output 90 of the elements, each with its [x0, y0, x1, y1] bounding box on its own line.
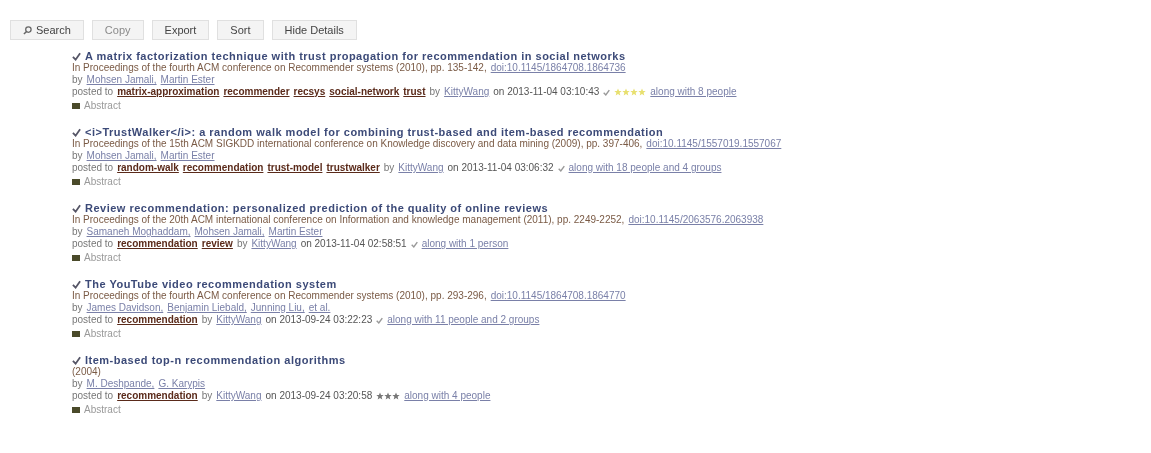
author-link[interactable]: James Davidson, [86, 302, 164, 314]
article-title[interactable]: The YouTube video recommendation system [85, 278, 337, 290]
along-with-link[interactable]: along with 1 person [421, 238, 509, 250]
by-label: by [201, 314, 213, 326]
author-link[interactable]: Mohsen Jamali, [86, 150, 157, 162]
author-link[interactable]: Benjamin Liebald, [167, 302, 247, 314]
tag-link[interactable]: trustwalker [326, 162, 380, 174]
doi-link[interactable]: doi:10.1145/1864708.1864770 [490, 290, 626, 302]
post-date: on 2013-11-04 03:06:32 [447, 162, 554, 174]
tag-link[interactable]: recommender [223, 86, 290, 98]
check-icon [72, 127, 81, 137]
article-title[interactable]: Item-based top-n recommendation algorithms [85, 354, 346, 366]
abstract-toggle[interactable]: Abstract [84, 176, 121, 188]
post-date: on 2013-09-24 03:22:23 [265, 314, 373, 326]
search-icon [23, 25, 32, 35]
abstract-icon [72, 331, 80, 337]
user-link[interactable]: KittyWang [444, 86, 490, 98]
doi-link[interactable]: doi:10.1145/2063576.2063938 [628, 214, 764, 226]
article-title[interactable]: Review recommendation: personalized prediction of the quality of online reviews [85, 202, 549, 214]
abstract-toggle[interactable]: Abstract [84, 404, 121, 416]
abstract-icon [72, 103, 80, 109]
by-label: by [72, 74, 83, 86]
abstract-toggle[interactable]: Abstract [84, 252, 121, 264]
toolbar-button[interactable]: Sort [217, 20, 264, 40]
along-with-link[interactable]: along with 4 people [404, 390, 491, 402]
by-label: by [236, 238, 248, 250]
user-link[interactable]: KittyWang [398, 162, 444, 174]
venue-text: In Proceedings of the 20th ACM international conference on Information and knowledge management (2011), pp. 2249-2252, [72, 214, 625, 226]
author-link[interactable]: Martin Ester [268, 226, 323, 238]
by-label: by [72, 150, 83, 162]
along-with-link[interactable]: along with 8 people [650, 86, 737, 98]
venue-text: In Proceedings of the fourth ACM conference on Recommender systems (2010), pp. 135-142, [72, 62, 487, 74]
tag-link[interactable]: social-network [329, 86, 400, 98]
toolbar-button[interactable]: Hide Details [271, 20, 357, 40]
check-icon [72, 279, 81, 289]
by-label: by [383, 162, 395, 174]
user-link[interactable]: KittyWang [216, 390, 262, 402]
tag-link[interactable]: random-walk [117, 162, 179, 174]
author-link[interactable]: Martin Ester [160, 74, 215, 86]
posted-label: posted to [72, 314, 114, 326]
abstract-icon [72, 179, 80, 185]
author-link[interactable]: Martin Ester [160, 150, 215, 162]
post-date: on 2013-09-24 03:20:58 [265, 390, 373, 402]
author-link[interactable]: Mohsen Jamali, [194, 226, 265, 238]
by-label: by [429, 86, 441, 98]
author-link[interactable]: G. Karypis [158, 378, 206, 390]
abstract-icon [72, 407, 80, 413]
toolbar-button[interactable]: Search [10, 20, 84, 40]
posted-label: posted to [72, 86, 114, 98]
check-icon [72, 355, 81, 365]
by-label: by [72, 302, 83, 314]
tag-link[interactable]: trust [403, 86, 426, 98]
user-link[interactable]: KittyWang [216, 314, 262, 326]
by-label: by [201, 390, 213, 402]
toolbar-button[interactable]: Export [151, 20, 210, 40]
doi-link[interactable]: doi:10.1145/1864708.1864736 [490, 62, 626, 74]
check-icon [72, 51, 81, 61]
tag-link[interactable]: matrix-approximation [117, 86, 220, 98]
author-link[interactable]: Junning Liu, [250, 302, 305, 314]
by-label: by [72, 378, 83, 390]
posted-label: posted to [72, 238, 114, 250]
abstract-toggle[interactable]: Abstract [84, 328, 121, 340]
posted-label: posted to [72, 162, 114, 174]
doi-link[interactable]: doi:10.1145/1557019.1557067 [646, 138, 782, 150]
abstract-icon [72, 255, 80, 261]
abstract-toggle[interactable]: Abstract [84, 100, 121, 112]
check-icon [72, 203, 81, 213]
venue-text: In Proceedings of the fourth ACM conference on Recommender systems (2010), pp. 293-296, [72, 290, 487, 302]
by-label: by [72, 226, 83, 238]
posted-label: posted to [72, 390, 114, 402]
tag-link[interactable]: trust-model [267, 162, 323, 174]
post-date: on 2013-11-04 03:10:43 [493, 86, 600, 98]
venue-text: (2004) [72, 366, 101, 378]
author-link[interactable]: et al. [308, 302, 331, 314]
article-title[interactable]: <i>TrustWalker</i>: a random walk model for combining trust-based and item-based recommendation [85, 126, 664, 138]
author-link[interactable]: Samaneh Moghaddam, [86, 226, 191, 238]
tag-link[interactable]: recommendation [117, 238, 198, 250]
tag-link[interactable]: recommendation [182, 162, 264, 174]
tag-link[interactable]: recsys [293, 86, 326, 98]
tag-link[interactable]: review [201, 238, 233, 250]
article-title[interactable]: A matrix factorization technique with trust propagation for recommendation in social networks [85, 50, 626, 62]
author-link[interactable]: Mohsen Jamali, [86, 74, 157, 86]
post-date: on 2013-11-04 02:58:51 [300, 238, 407, 250]
along-with-link[interactable]: along with 11 people and 2 groups [387, 314, 540, 326]
user-link[interactable]: KittyWang [251, 238, 297, 250]
along-with-link[interactable]: along with 18 people and 4 groups [568, 162, 722, 174]
tag-link[interactable]: recommendation [117, 390, 198, 402]
venue-text: In Proceedings of the 15th ACM SIGKDD international conference on Knowledge discovery and data mining (2009), pp. 397-406, [72, 138, 643, 150]
tag-link[interactable]: recommendation [117, 314, 198, 326]
author-link[interactable]: M. Deshpande, [86, 378, 155, 390]
